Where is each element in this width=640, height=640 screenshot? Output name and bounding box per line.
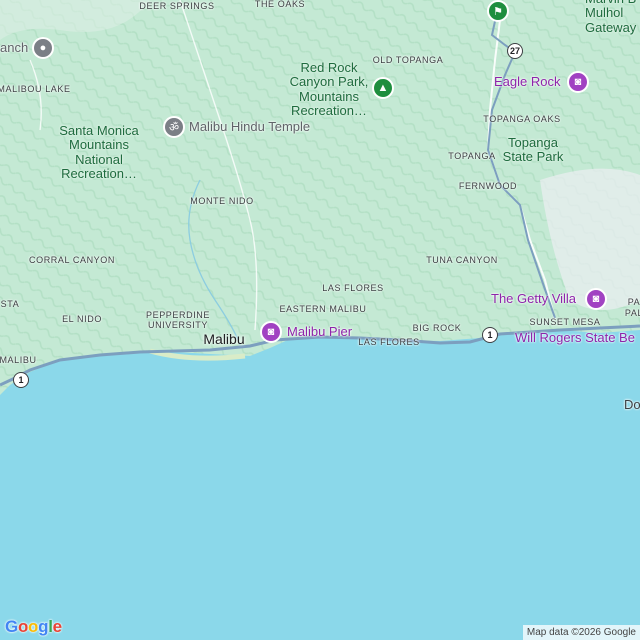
place-el-nido: EL NIDO	[62, 314, 102, 324]
place-sta: STA	[0, 299, 20, 309]
place-icon[interactable]: ●	[32, 37, 54, 59]
route-1-shield: 1	[482, 327, 498, 343]
place-fernwood: FERNWOOD	[458, 181, 518, 191]
camera-icon[interactable]: ◙	[260, 321, 282, 343]
poi-malibu-hindu-temple[interactable]: Malibu Hindu Temple	[189, 119, 310, 134]
place-sunset-mesa: SUNSET MESA	[529, 317, 601, 327]
city-malibu[interactable]: Malibu	[203, 331, 244, 347]
place-old-topanga: OLD TOPANGA	[372, 55, 444, 65]
place-las-flores-coast: LAS FLORES	[358, 337, 420, 347]
place-las-flores: LAS FLORES	[322, 283, 384, 293]
place-monte-nido: MONTE NIDO	[190, 196, 254, 206]
park-topanga-state-park[interactable]: Topanga State Park	[503, 135, 564, 165]
camera-icon[interactable]: ◙	[567, 71, 589, 93]
poi-malibu-pier[interactable]: Malibu Pier	[287, 324, 352, 339]
poi-eagle-rock[interactable]: Eagle Rock	[494, 74, 560, 89]
park-santa-monica-mountains[interactable]: Santa Monica Mountains National Recreati…	[59, 123, 139, 181]
place-pal: PAL	[624, 308, 640, 318]
park-marvin-braude-gateway[interactable]: Marvin B Mulhol Gateway	[585, 0, 636, 35]
place-topanga: TOPANGA	[448, 151, 496, 161]
hiking-icon[interactable]: ⚑	[487, 0, 509, 22]
om-icon[interactable]: ॐ	[163, 116, 185, 138]
poi-ranch[interactable]: anch	[0, 40, 28, 55]
park-red-rock-canyon[interactable]: Red Rock Canyon Park, Mountains Recreati…	[290, 60, 369, 118]
place-eastern-malibu: EASTERN MALIBU	[279, 304, 367, 314]
map-attribution[interactable]: Map data ©2026 Google	[522, 625, 640, 640]
place-tuna-canyon: TUNA CANYON	[426, 255, 498, 265]
place-the-oaks: THE OAKS	[254, 0, 306, 9]
camera-icon[interactable]: ◙	[585, 288, 607, 310]
place-malibu-west: MALIBU	[0, 355, 37, 365]
place-pa: PA	[627, 297, 640, 307]
poi-getty-villa[interactable]: The Getty Villa	[491, 291, 576, 306]
place-pepperdine-university: PEPPERDINE UNIVERSITY	[145, 310, 211, 330]
place-topanga-oaks: TOPANGA OAKS	[483, 114, 561, 124]
place-big-rock: BIG ROCK	[412, 323, 462, 333]
place-malibou-lake: MALIBOU LAKE	[0, 84, 71, 94]
route-1-shield: 1	[13, 372, 29, 388]
poi-do[interactable]: Do	[624, 397, 640, 412]
place-deer-springs: DEER SPRINGS	[139, 1, 215, 11]
poi-will-rogers-state-beach[interactable]: Will Rogers State Be	[515, 330, 635, 345]
place-corral-canyon: CORRAL CANYON	[29, 255, 115, 265]
route-27-shield: 27	[507, 43, 523, 59]
google-logo[interactable]: Google	[5, 617, 62, 637]
tree-icon[interactable]: ▲	[372, 77, 394, 99]
